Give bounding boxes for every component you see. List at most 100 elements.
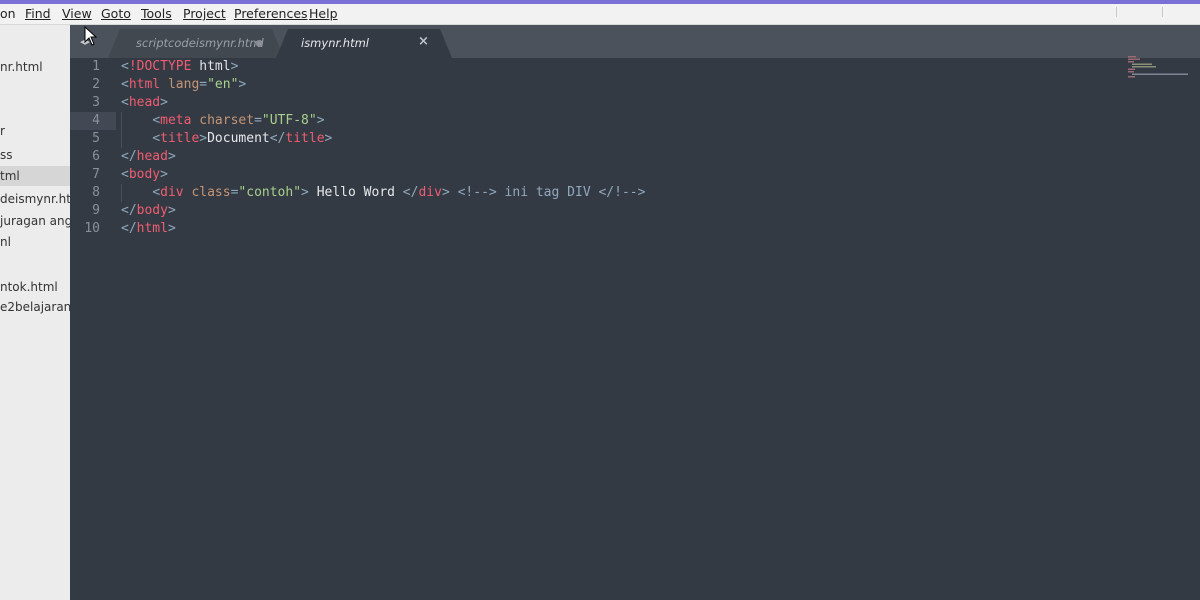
line-number: 4 [70, 112, 116, 130]
code-line: </body> [121, 202, 176, 220]
line-number-text: 10 [84, 221, 100, 236]
line-number: 9 [70, 202, 116, 220]
code-token: class [183, 185, 231, 200]
line-number-text: 1 [92, 59, 100, 74]
code-token: > [199, 131, 208, 146]
code-token: < [121, 59, 129, 74]
code-token: "contoh" [238, 185, 302, 200]
code-line: <title>Document</title> [121, 130, 332, 148]
code-token: div [418, 185, 442, 200]
menu-goto[interactable]: Goto [101, 6, 131, 22]
code-token: = [199, 77, 208, 92]
line-number-text: 6 [92, 149, 100, 164]
code-line: <html lang="en"> [121, 76, 246, 94]
code-token: html [128, 77, 161, 92]
sidebar-item[interactable]: deismynr.html [0, 189, 70, 209]
code-token: > [167, 149, 176, 164]
sidebar-item[interactable]: ntok.html [0, 277, 70, 297]
code-token: < [121, 77, 129, 92]
menu-project[interactable]: Project [183, 6, 226, 22]
menu-tools[interactable]: Tools [141, 6, 172, 22]
sidebar-file-list: nr.html r ss tml deismynr.html juragan a… [0, 25, 70, 600]
line-number-text: 9 [92, 203, 100, 218]
code-token: </ [121, 149, 137, 164]
code-token: Hello Word [308, 185, 403, 200]
sidebar-item[interactable]: r [0, 121, 70, 141]
close-icon[interactable]: × [418, 34, 429, 49]
code-token: > [230, 59, 239, 74]
code-token: "en" [207, 77, 239, 92]
code-line: <!DOCTYPE html> [121, 58, 238, 76]
code-token: lang [160, 77, 200, 92]
code-token: > [167, 203, 176, 218]
code-token: < [152, 185, 161, 200]
line-number: 10 [70, 220, 116, 238]
code-token: div [160, 185, 184, 200]
code-token: > [301, 185, 309, 200]
tab-ismynr[interactable]: ismynr.html × [276, 29, 452, 58]
minimap[interactable] [1128, 56, 1190, 78]
sidebar-item[interactable]: e2belajaran.x [0, 297, 70, 317]
code-token: title [160, 131, 200, 146]
code-token: head [128, 95, 161, 110]
code-token: html [191, 59, 231, 74]
code-token: title [285, 131, 325, 146]
tab-label: ismynr.html [301, 36, 370, 50]
code-token: <!--> ini tag DIV </!--> [457, 185, 646, 200]
code-token: < [152, 113, 161, 128]
tab-label: scriptcodeismynr.html [136, 36, 264, 50]
sidebar-item[interactable]: nl [0, 232, 70, 252]
line-number-text: 2 [92, 77, 100, 92]
code-line: <head> [121, 94, 168, 112]
code-token: < [121, 95, 129, 110]
line-number: 6 [70, 148, 116, 166]
code-token: = [254, 113, 262, 128]
line-number: 7 [70, 166, 116, 184]
menu-preferences[interactable]: Preferences [234, 6, 308, 22]
code-token: body [128, 167, 161, 182]
window-maximize-button[interactable] [1142, 4, 1188, 24]
line-number: 8 [70, 184, 116, 202]
line-number-text: 7 [92, 167, 100, 182]
code-token: html [136, 221, 168, 236]
tab-scriptcodeismynr[interactable]: scriptcodeismynr.html [108, 29, 284, 58]
window-minimize-button[interactable] [1096, 4, 1142, 24]
code-token: </ [402, 185, 419, 200]
menu-selection[interactable]: on [0, 6, 16, 22]
code-token: < [152, 131, 161, 146]
code-token: > [441, 185, 450, 200]
tab-bar: ◂▸ scriptcodeismynr.html ismynr.html × [70, 25, 1200, 58]
code-token: meta [160, 113, 192, 128]
sidebar-item[interactable]: ss [0, 145, 70, 165]
code-token: > [160, 167, 168, 182]
line-number: 5 [70, 130, 116, 148]
code-line: <body> [121, 166, 168, 184]
code-token: > [167, 221, 176, 236]
code-token: </ [121, 203, 137, 218]
line-number-text: 8 [92, 185, 100, 200]
code-line: <div class="contoh"> Hello Word </div> <… [121, 184, 645, 202]
code-token: Document [207, 131, 270, 146]
code-token: "UTF-8" [261, 113, 317, 128]
sidebar-item[interactable]: juragan angk [0, 211, 70, 231]
code-token: head [136, 149, 168, 164]
mouse-pointer-icon [84, 26, 98, 46]
sidebar-item-selected[interactable]: tml [0, 166, 70, 186]
code-token: </ [269, 131, 286, 146]
menu-view[interactable]: View [62, 6, 92, 22]
menu-find[interactable]: Find [25, 6, 51, 22]
code-editor[interactable]: 1 2 3 4 5 6 7 8 9 10 <!DOCTYPE html> <html lang="en… [70, 58, 1200, 600]
sidebar-item[interactable]: nr.html [0, 57, 70, 77]
code-token: charset [191, 113, 255, 128]
line-number: 3 [70, 94, 116, 112]
code-token: > [324, 131, 333, 146]
code-token: !DOCTYPE [128, 59, 192, 74]
code-token: </ [121, 221, 137, 236]
line-number: 2 [70, 76, 116, 94]
code-token: < [121, 167, 129, 182]
code-line: </html> [121, 220, 176, 238]
line-number: 1 [70, 58, 116, 76]
menu-help[interactable]: Help [309, 6, 338, 22]
